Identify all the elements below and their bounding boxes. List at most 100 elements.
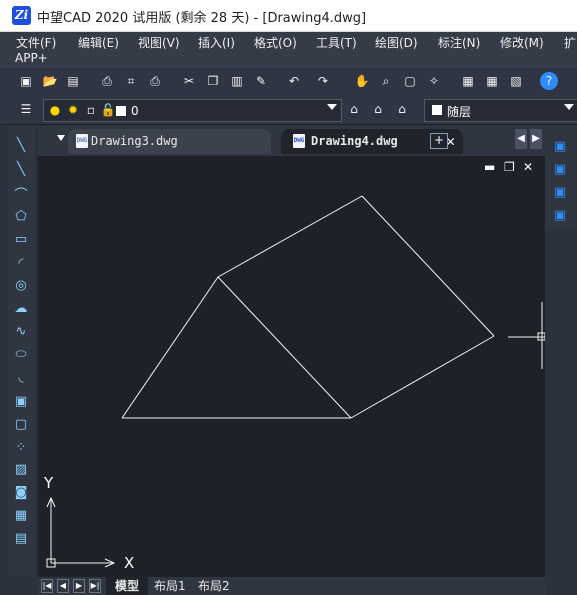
app-logo: Zi: [12, 6, 31, 25]
tool-palette-icon[interactable]: ▧: [507, 72, 525, 90]
rectangle-icon[interactable]: ▭: [12, 230, 30, 248]
tab-model[interactable]: 模型: [106, 577, 148, 595]
menu-edit[interactable]: 编辑(E): [78, 34, 119, 51]
layer-toolbar: ☰ ● ✹ ▫ 🔓 0 ⌂ ⌂ ⌂ 随层: [0, 96, 577, 125]
point-icon[interactable]: ⁘: [12, 438, 30, 456]
table-icon[interactable]: ▦: [12, 506, 30, 524]
tab-menu-icon[interactable]: [57, 135, 65, 141]
insert-block-icon[interactable]: ▣: [12, 392, 30, 410]
line-entity[interactable]: [121, 276, 219, 419]
match-properties-icon[interactable]: ✎: [252, 72, 270, 90]
print-icon[interactable]: ⎙: [98, 72, 116, 90]
document-tab-bar: DWG Drawing3.dwg DWG Drawing4.dwg ✕ + ◀ …: [38, 126, 545, 156]
menu-modify[interactable]: 修改(M): [500, 34, 544, 51]
make-block-icon[interactable]: ▢: [12, 415, 30, 433]
layer-previous-icon[interactable]: ⌂: [369, 100, 387, 118]
drawing-geometry: [46, 195, 545, 568]
layer-color-swatch: [116, 106, 126, 116]
lightbulb-icon: ●: [49, 103, 61, 117]
zoom-window-icon[interactable]: ▢: [401, 72, 419, 90]
draw-order-below-icon[interactable]: ▣: [551, 206, 569, 224]
arc-icon[interactable]: ◜: [12, 254, 30, 272]
zoom-previous-icon[interactable]: ✧: [425, 72, 443, 90]
undo-icon[interactable]: ↶: [285, 72, 303, 90]
ucs-y-label: Y: [44, 474, 54, 492]
menu-tools[interactable]: 工具(T): [316, 34, 357, 51]
layer-state-icon[interactable]: ⌂: [345, 100, 363, 118]
preview-icon[interactable]: ⌗: [122, 72, 140, 90]
tab-label: Drawing3.dwg: [91, 134, 178, 148]
menu-overflow[interactable]: 扩: [564, 34, 576, 51]
line-entity[interactable]: [217, 195, 363, 278]
menu-app-plus[interactable]: APP+: [15, 51, 48, 65]
menu-file[interactable]: 文件(F): [16, 34, 56, 51]
paste-icon[interactable]: ▥: [228, 72, 246, 90]
design-center-icon[interactable]: ▦: [483, 72, 501, 90]
mtext-icon[interactable]: ▤: [12, 529, 30, 547]
last-layout-icon[interactable]: ▶|: [89, 579, 101, 593]
spline-icon[interactable]: ∿: [12, 322, 30, 340]
ellipse-arc-icon[interactable]: ◟: [12, 368, 30, 386]
standard-toolbar: ▣ 📂 ▤ ⎙ ⌗ ⎙ ✂ ❐ ▥ ✎ ↶ ↷ ✋ ⌕ ▢ ✧ ▦ ▦ ▧ ?: [0, 68, 577, 97]
tab-layout2[interactable]: 布局2: [198, 577, 230, 595]
polyline-icon[interactable]: ⌒: [12, 184, 30, 203]
circle-icon[interactable]: ◎: [12, 276, 30, 294]
redo-icon[interactable]: ↷: [314, 72, 332, 90]
layer-manager-icon[interactable]: ☰: [17, 100, 35, 118]
help-icon[interactable]: ?: [540, 72, 558, 90]
first-layout-icon[interactable]: |◀: [41, 579, 53, 593]
xline-icon[interactable]: ╲: [12, 160, 30, 178]
dwg-file-icon: DWG: [293, 134, 305, 148]
draw-order-above-icon[interactable]: ▣: [551, 183, 569, 201]
save-icon[interactable]: ▤: [64, 72, 82, 90]
drawing-canvas[interactable]: ▬ ❐ ✕ Y X: [38, 156, 545, 577]
cut-icon[interactable]: ✂: [180, 72, 198, 90]
open-icon[interactable]: 📂: [41, 72, 59, 90]
polygon-icon[interactable]: ⬠: [12, 207, 30, 225]
chevron-right-icon[interactable]: ▶: [530, 129, 542, 149]
chevron-left-icon[interactable]: ◀: [515, 129, 527, 149]
draw-order-front-icon[interactable]: ▣: [551, 137, 569, 155]
layout-tab-bar: |◀ ◀ ▶ ▶| 模型 布局1 布局2: [38, 577, 545, 595]
hatch-icon[interactable]: ▨: [12, 460, 30, 478]
pan-icon[interactable]: ✋: [353, 72, 371, 90]
layer-select[interactable]: ● ✹ ▫ 🔓 0: [43, 99, 342, 122]
region-icon[interactable]: ◙: [12, 483, 30, 501]
draw-toolbar: ╲ ╲ ⌒ ⬠ ▭ ◜ ◎ ☁ ∿ ⬭ ◟ ▣ ▢ ⁘ ▨ ◙ ▦ ▤: [8, 126, 37, 576]
chevron-down-icon: [327, 104, 337, 110]
ellipse-icon[interactable]: ⬭: [12, 345, 30, 363]
menu-format[interactable]: 格式(O): [254, 34, 297, 51]
tab-drawing3[interactable]: DWG Drawing3.dwg: [68, 129, 271, 154]
zoom-realtime-icon[interactable]: ⌕: [377, 72, 395, 90]
lock-icon: 🔓: [100, 103, 116, 117]
plot-icon[interactable]: ⎙: [146, 72, 164, 90]
dwg-file-icon: DWG: [76, 134, 88, 148]
color-value: 随层: [447, 105, 472, 119]
menu-insert[interactable]: 插入(I): [198, 34, 235, 51]
previous-layout-icon[interactable]: ◀: [57, 579, 69, 593]
copy-icon[interactable]: ❐: [204, 72, 222, 90]
menu-dimension[interactable]: 标注(N): [438, 34, 480, 51]
line-entity[interactable]: [361, 195, 495, 337]
title-bar: Zi 中望CAD 2020 试用版 (剩余 28 天) - [Drawing4.…: [0, 0, 577, 32]
properties-icon[interactable]: ▦: [459, 72, 477, 90]
tab-layout1[interactable]: 布局1: [154, 577, 186, 595]
draw-order-toolbar: ▣ ▣ ▣ ▣: [545, 126, 577, 229]
line-entity[interactable]: [350, 335, 495, 419]
revcloud-icon[interactable]: ☁: [12, 299, 30, 317]
tab-label: Drawing4.dwg: [311, 134, 398, 148]
layer-isolate-icon[interactable]: ⌂: [393, 100, 411, 118]
menu-draw[interactable]: 绘图(D): [375, 34, 418, 51]
color-select[interactable]: 随层: [424, 99, 577, 122]
menu-bar: 文件(F) 编辑(E) 视图(V) 插入(I) 格式(O) 工具(T) 绘图(D…: [0, 32, 577, 68]
new-icon[interactable]: ▣: [17, 72, 35, 90]
line-icon[interactable]: ╲: [12, 136, 30, 154]
new-tab-icon[interactable]: +: [430, 133, 448, 149]
menu-view[interactable]: 视图(V): [138, 34, 180, 51]
draw-order-back-icon[interactable]: ▣: [551, 160, 569, 178]
line-entity[interactable]: [217, 276, 352, 419]
chevron-down-icon: [564, 104, 574, 110]
window-title: 中望CAD 2020 试用版 (剩余 28 天) - [Drawing4.dwg…: [37, 11, 367, 26]
next-layout-icon[interactable]: ▶: [73, 579, 85, 593]
color-swatch: [432, 105, 442, 115]
